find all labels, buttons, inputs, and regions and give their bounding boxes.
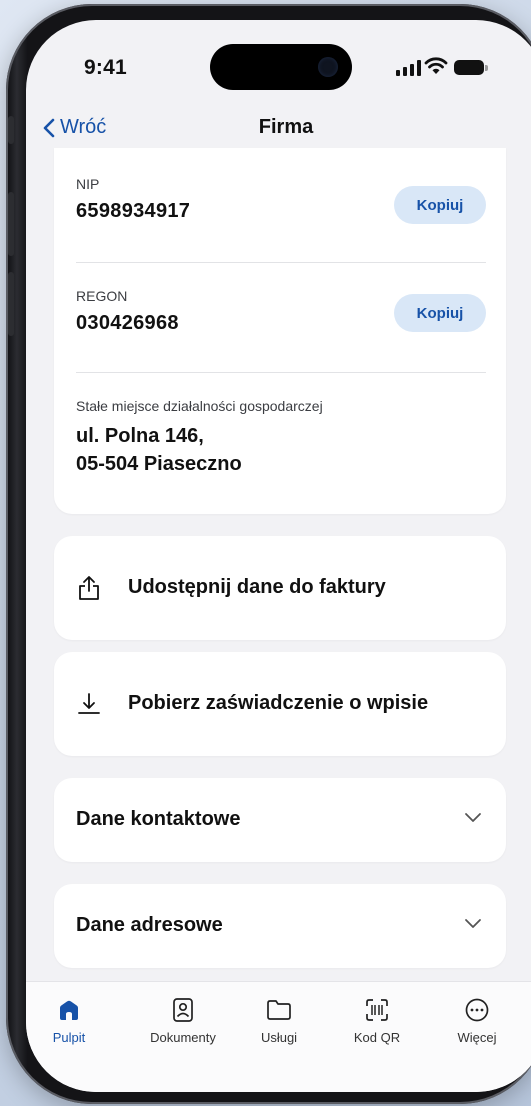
volume-up-button — [8, 192, 14, 256]
accordion-address-data[interactable]: Dane adresowe — [54, 884, 506, 968]
status-time: 9:41 — [84, 56, 127, 79]
share-icon — [79, 576, 99, 600]
folder-icon — [267, 1000, 291, 1020]
share-invoice-data-label: Udostępnij dane do faktury — [128, 576, 386, 598]
action-button — [8, 116, 14, 144]
id-card-icon — [173, 998, 193, 1022]
cellular-signal-icon — [396, 60, 421, 76]
wifi-icon — [424, 57, 448, 74]
tab-label: Kod QR — [353, 1030, 401, 1045]
divider — [76, 262, 486, 263]
tab-pulpit[interactable]: Pulpit — [26, 996, 114, 1045]
regon-row: REGON 030426968 Kopiuj — [76, 288, 486, 335]
address-line-1: ul. Polna 146, — [76, 425, 204, 447]
status-bar: 9:41 — [26, 20, 531, 120]
accordion-contact-data[interactable]: Dane kontaktowe — [54, 778, 506, 862]
battery-icon — [454, 60, 488, 75]
more-icon — [465, 998, 489, 1022]
chevron-down-icon — [465, 919, 481, 928]
address-line-2: 05-504 Piaseczno — [76, 453, 242, 475]
tab-label: Pulpit — [52, 1030, 86, 1045]
copy-regon-button[interactable]: Kopiuj — [394, 294, 486, 332]
download-certificate-button[interactable]: Pobierz zaświadczenie o wpisie — [54, 652, 506, 756]
volume-down-button — [8, 272, 14, 336]
address-label: Stałe miejsce działalności gospodarczej — [76, 398, 323, 414]
tab-kod-qr[interactable]: Kod QR — [332, 996, 422, 1045]
address-row: Stałe miejsce działalności gospodarczej … — [76, 398, 486, 478]
chevron-down-icon — [465, 813, 481, 822]
nip-row: NIP 6598934917 Kopiuj — [76, 176, 486, 224]
divider — [76, 372, 486, 373]
home-icon — [60, 1000, 78, 1020]
tab-uslugi[interactable]: Usługi — [234, 996, 324, 1045]
tab-label: Dokumenty — [150, 1030, 216, 1045]
download-certificate-label: Pobierz zaświadczenie o wpisie — [128, 692, 429, 714]
phone-frame: 9:41 Wróć Firma NIP 6598934917 Kopiuj RE… — [6, 4, 531, 1104]
download-icon — [78, 693, 100, 714]
camera-icon — [318, 57, 338, 77]
tab-dokumenty[interactable]: Dokumenty — [138, 996, 228, 1045]
company-info-card: NIP 6598934917 Kopiuj REGON 030426968 Ko… — [54, 148, 506, 514]
dynamic-island — [210, 44, 352, 90]
screen: 9:41 Wróć Firma NIP 6598934917 Kopiuj RE… — [26, 20, 531, 1092]
tab-label: Usługi — [260, 1030, 298, 1045]
accordion-address-data-label: Dane adresowe — [76, 914, 223, 936]
page-title: Firma — [258, 116, 314, 138]
qr-scan-icon — [366, 999, 388, 1021]
content: NIP 6598934917 Kopiuj REGON 030426968 Ko… — [26, 148, 531, 1092]
share-invoice-data-button[interactable]: Udostępnij dane do faktury — [54, 536, 506, 640]
accordion-contact-data-label: Dane kontaktowe — [76, 808, 241, 830]
tab-bar: Pulpit Dokumenty Usługi Kod QR Więcej — [26, 981, 531, 1092]
tab-label: Więcej — [457, 1030, 497, 1045]
copy-nip-button[interactable]: Kopiuj — [394, 186, 486, 224]
tab-wiecej[interactable]: Więcej — [432, 996, 522, 1045]
